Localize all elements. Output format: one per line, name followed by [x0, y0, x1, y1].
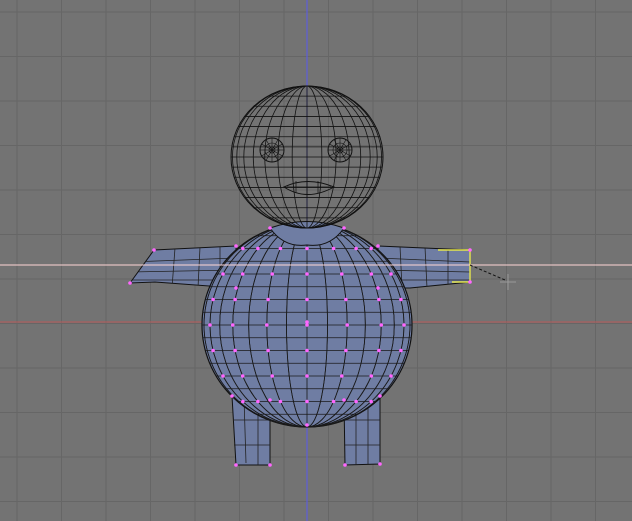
head-wireframe[interactable] — [230, 85, 384, 229]
vertex-dot — [268, 398, 272, 402]
vertex-dot — [241, 246, 245, 251]
vertex-dot — [270, 272, 275, 276]
vertex-dot — [399, 297, 403, 302]
vertex-dot — [343, 463, 347, 467]
vertex-dot — [305, 348, 309, 353]
vertex-dot — [339, 374, 344, 378]
viewport-canvas[interactable] — [0, 0, 632, 521]
crosshair-icon — [500, 274, 516, 290]
vertex-dot — [389, 374, 393, 378]
right-eye[interactable] — [327, 137, 353, 163]
vertex-dot — [233, 297, 237, 302]
vertex-dot — [234, 286, 238, 290]
vertex-dot — [266, 348, 270, 353]
vertex-dot — [376, 244, 380, 248]
vertex-dot — [399, 348, 403, 353]
vertex-dot — [345, 323, 349, 327]
vertex-dot — [221, 272, 225, 276]
vertex-dot — [256, 399, 260, 404]
vertex-dot — [305, 297, 309, 302]
vertex-dot — [305, 272, 309, 276]
vertex-dot — [339, 272, 344, 276]
vertex-dot — [305, 374, 309, 378]
vertex-dot — [369, 374, 374, 378]
vertex-dot — [240, 374, 245, 378]
3d-viewport[interactable] — [0, 0, 632, 521]
vertex-dot — [378, 462, 382, 466]
vertex-dot — [468, 280, 472, 284]
vertex-dot — [211, 297, 215, 302]
vertex-dot — [234, 463, 238, 467]
vertex-dot — [342, 398, 346, 402]
vertex-dot — [305, 423, 309, 427]
vertex-dot — [278, 246, 283, 251]
vertex-dot — [208, 323, 212, 327]
vertex-dot — [268, 226, 272, 230]
vertex-dot — [402, 323, 406, 327]
vertex-dot — [241, 399, 245, 404]
vertex-dot — [354, 246, 358, 251]
vertex-dot — [230, 394, 234, 398]
vertex-dot — [256, 246, 260, 251]
vertex-dot — [369, 399, 373, 404]
vertex-dot — [377, 348, 381, 353]
vertex-dot — [331, 399, 336, 404]
vertex-dot — [278, 399, 283, 404]
vertex-dot — [389, 272, 393, 276]
cursor-helper-line — [469, 264, 506, 281]
left-eye[interactable] — [259, 137, 285, 163]
vertex-dot — [378, 394, 382, 398]
vertex-dot — [369, 272, 374, 276]
vertex-dot — [342, 226, 346, 230]
vertex-dot — [344, 348, 348, 353]
vertex-dot — [376, 286, 380, 290]
vertex-dot — [305, 399, 309, 404]
vertex-dot — [128, 281, 132, 285]
vertex-dot — [354, 399, 358, 404]
vertex-dot — [234, 244, 238, 248]
vertex-dot — [268, 463, 272, 467]
vertex-dot — [305, 246, 309, 251]
vertex-dot — [265, 323, 269, 327]
vertex-dot — [377, 297, 381, 302]
vertex-dot — [233, 348, 237, 353]
vertex-dot — [266, 297, 270, 302]
vertex-dot — [468, 248, 472, 252]
vertex-dot — [152, 248, 156, 252]
vertex-dot — [240, 272, 245, 276]
vertex-dot — [369, 246, 373, 251]
vertex-dot — [344, 297, 348, 302]
vertex-dot — [305, 320, 309, 324]
vertex-dot — [270, 374, 275, 378]
vertex-dot — [230, 323, 235, 327]
vertex-dot — [379, 323, 384, 327]
vertex-dot — [221, 374, 225, 378]
vertex-dot — [331, 246, 336, 251]
vertex-dot — [211, 348, 215, 353]
